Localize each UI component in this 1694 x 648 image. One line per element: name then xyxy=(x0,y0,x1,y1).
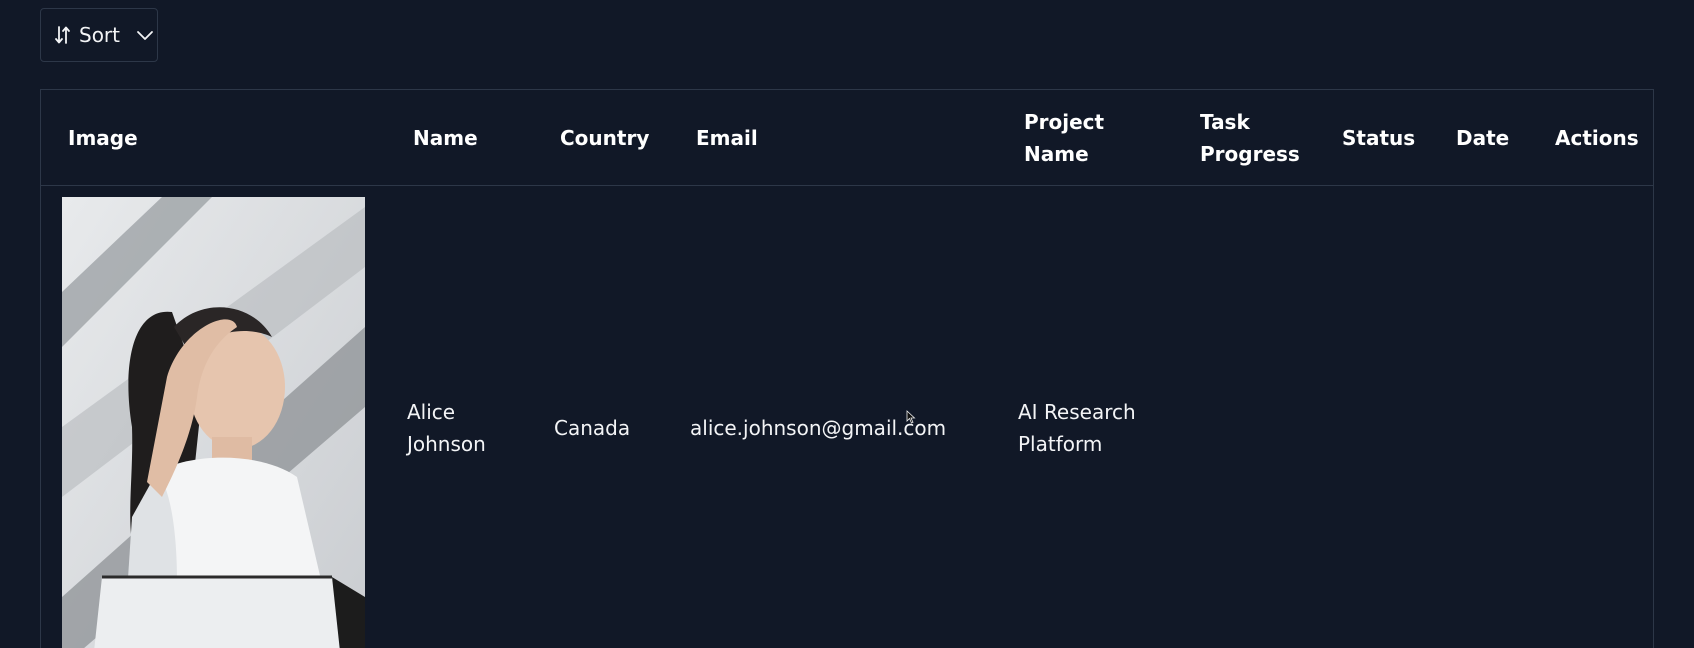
data-table: Image Name Country Email Project Name Ta… xyxy=(40,89,1654,648)
header-actions[interactable]: Actions xyxy=(1555,90,1639,186)
cell-name: Alice Johnson xyxy=(407,186,486,648)
table-header: Image Name Country Email Project Name Ta… xyxy=(41,90,1653,186)
header-image[interactable]: Image xyxy=(68,90,138,186)
sort-label: Sort xyxy=(79,23,120,47)
cell-project-name: AI Research Platform xyxy=(1018,186,1136,648)
header-status[interactable]: Status xyxy=(1342,90,1415,186)
project-line2: Platform xyxy=(1018,432,1103,456)
sort-arrows-icon xyxy=(55,25,71,45)
project-line1: AI Research xyxy=(1018,400,1136,424)
name-line2: Johnson xyxy=(407,432,486,456)
header-country[interactable]: Country xyxy=(560,90,649,186)
header-project-line1: Project xyxy=(1024,110,1105,134)
page: Sort Image Name Country Email Project Na… xyxy=(0,0,1694,648)
header-project-name[interactable]: Project Name xyxy=(1024,90,1104,186)
header-project-line2: Name xyxy=(1024,142,1089,166)
header-name[interactable]: Name xyxy=(413,90,478,186)
header-email[interactable]: Email xyxy=(696,90,758,186)
header-date[interactable]: Date xyxy=(1456,90,1509,186)
chevron-down-icon xyxy=(136,29,154,41)
name-line1: Alice xyxy=(407,400,456,424)
user-photo xyxy=(62,197,365,648)
header-task-progress[interactable]: Task Progress xyxy=(1200,90,1300,186)
mouse-cursor-icon xyxy=(906,409,916,428)
cell-country: Canada xyxy=(554,416,631,440)
header-task-line2: Progress xyxy=(1200,142,1300,166)
sort-button[interactable]: Sort xyxy=(40,8,158,62)
header-task-line1: Task xyxy=(1200,110,1250,134)
table-row[interactable]: Alice Johnson Canada alice.johnson@gmail… xyxy=(41,186,1653,648)
